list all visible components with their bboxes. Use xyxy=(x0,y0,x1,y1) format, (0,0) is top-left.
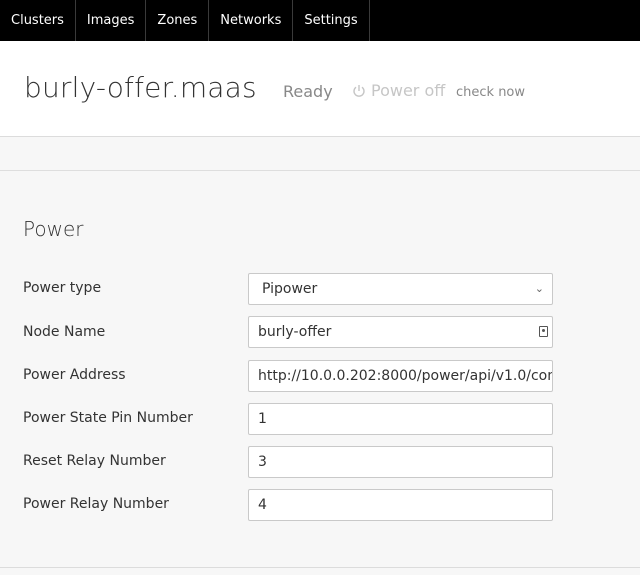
label-power-state-pin: Power State Pin Number xyxy=(23,410,193,426)
section-title-power: Power xyxy=(23,217,84,241)
bottom-divider xyxy=(0,567,640,568)
label-power-type: Power type xyxy=(23,280,102,296)
chevron-down-icon: ⌄ xyxy=(534,282,544,295)
top-navigation: Clusters Images Zones Networks Settings xyxy=(0,0,640,41)
power-relay-value: 4 xyxy=(258,497,267,513)
power-panel: Power Power type Pipower ⌄ Node Name bur… xyxy=(0,171,640,575)
section-divider-band xyxy=(0,137,640,171)
power-type-value: Pipower xyxy=(262,281,318,297)
power-address-input[interactable]: http://10.0.0.202:8000/power/api/v1.0/co… xyxy=(248,360,553,392)
nav-item-images[interactable]: Images xyxy=(76,0,147,41)
power-address-value: http://10.0.0.202:8000/power/api/v1.0/co… xyxy=(258,368,553,384)
power-state: Power off xyxy=(352,81,445,100)
check-now-link[interactable]: check now xyxy=(456,85,525,100)
nav-item-settings[interactable]: Settings xyxy=(293,0,370,41)
nav-item-clusters[interactable]: Clusters xyxy=(0,0,76,41)
reset-relay-value: 3 xyxy=(258,454,267,470)
label-power-relay: Power Relay Number xyxy=(23,496,169,512)
power-state-pin-input[interactable]: 1 xyxy=(248,403,553,435)
label-node-name: Node Name xyxy=(23,324,106,340)
label-reset-relay: Reset Relay Number xyxy=(23,453,166,469)
node-title: burly-offer.maas xyxy=(24,71,257,104)
nav-item-zones[interactable]: Zones xyxy=(146,0,210,41)
label-power-address: Power Address xyxy=(23,367,126,383)
power-relay-input[interactable]: 4 xyxy=(248,489,553,521)
node-status: Ready xyxy=(283,82,333,101)
power-state-pin-value: 1 xyxy=(258,411,267,427)
power-type-select[interactable]: Pipower ⌄ xyxy=(248,273,553,305)
contact-card-icon xyxy=(539,326,548,337)
node-name-input[interactable]: burly-offer xyxy=(248,316,553,348)
power-state-label: Power off xyxy=(371,81,446,100)
node-name-value: burly-offer xyxy=(258,324,332,340)
reset-relay-input[interactable]: 3 xyxy=(248,446,553,478)
power-icon xyxy=(353,84,365,97)
node-header: burly-offer.maas Ready Power off check n… xyxy=(0,41,640,137)
nav-item-networks[interactable]: Networks xyxy=(209,0,294,41)
